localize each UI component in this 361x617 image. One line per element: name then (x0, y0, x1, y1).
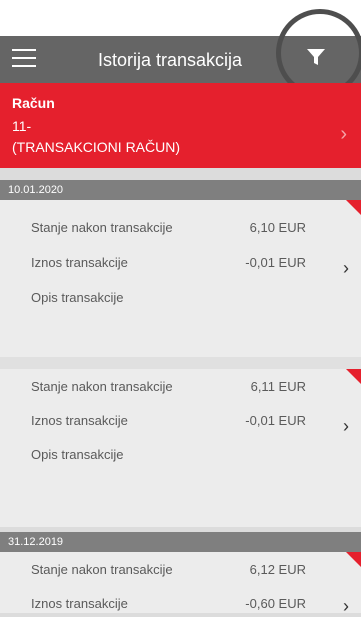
corner-marker (346, 369, 361, 384)
hamburger-icon[interactable] (12, 49, 36, 69)
transaction-item[interactable]: Stanje nakon transakcije 6,11 EUR Iznos … (0, 369, 361, 527)
transaction-item[interactable]: Stanje nakon transakcije 6,10 EUR Iznos … (0, 200, 361, 357)
amount-label: Iznos transakcije (31, 255, 128, 270)
account-label: Račun (12, 95, 55, 111)
date-header: 10.01.2020 (0, 180, 361, 200)
date-header: 31.12.2019 (0, 532, 361, 552)
balance-value: 6,12 EUR (249, 562, 306, 577)
amount-value: -0,01 EUR (245, 255, 306, 270)
balance-label: Stanje nakon transakcije (31, 562, 173, 577)
amount-label: Iznos transakcije (31, 596, 128, 611)
amount-value: -0,01 EUR (245, 413, 306, 428)
page-title: Istorija transakcija (98, 50, 243, 70)
balance-label: Stanje nakon transakcije (31, 220, 173, 235)
transaction-item[interactable]: Stanje nakon transakcije 6,12 EUR Iznos … (0, 552, 361, 616)
separator (0, 357, 361, 369)
description-label: Opis transakcije (31, 290, 124, 305)
balance-value: 6,11 EUR (250, 379, 306, 394)
app-header: Istorija transakcija (0, 0, 361, 97)
chevron-right-icon: › (343, 416, 349, 436)
account-selector[interactable]: Račun 11- (TRANSAKCIONI RAČUN) › (0, 83, 361, 168)
balance-label: Stanje nakon transakcije (31, 379, 173, 394)
corner-marker (346, 200, 361, 215)
filter-icon[interactable] (306, 47, 326, 67)
description-label: Opis transakcije (31, 447, 124, 462)
chevron-right-icon: › (340, 123, 347, 145)
amount-value: -0,60 EUR (245, 596, 306, 611)
account-number: 11- (12, 118, 32, 134)
chevron-right-icon: › (343, 596, 349, 616)
account-name: (TRANSAKCIONI RAČUN) (12, 139, 181, 155)
chevron-right-icon: › (343, 258, 349, 278)
corner-marker (346, 552, 361, 567)
amount-label: Iznos transakcije (31, 413, 128, 428)
balance-value: 6,10 EUR (249, 220, 306, 235)
